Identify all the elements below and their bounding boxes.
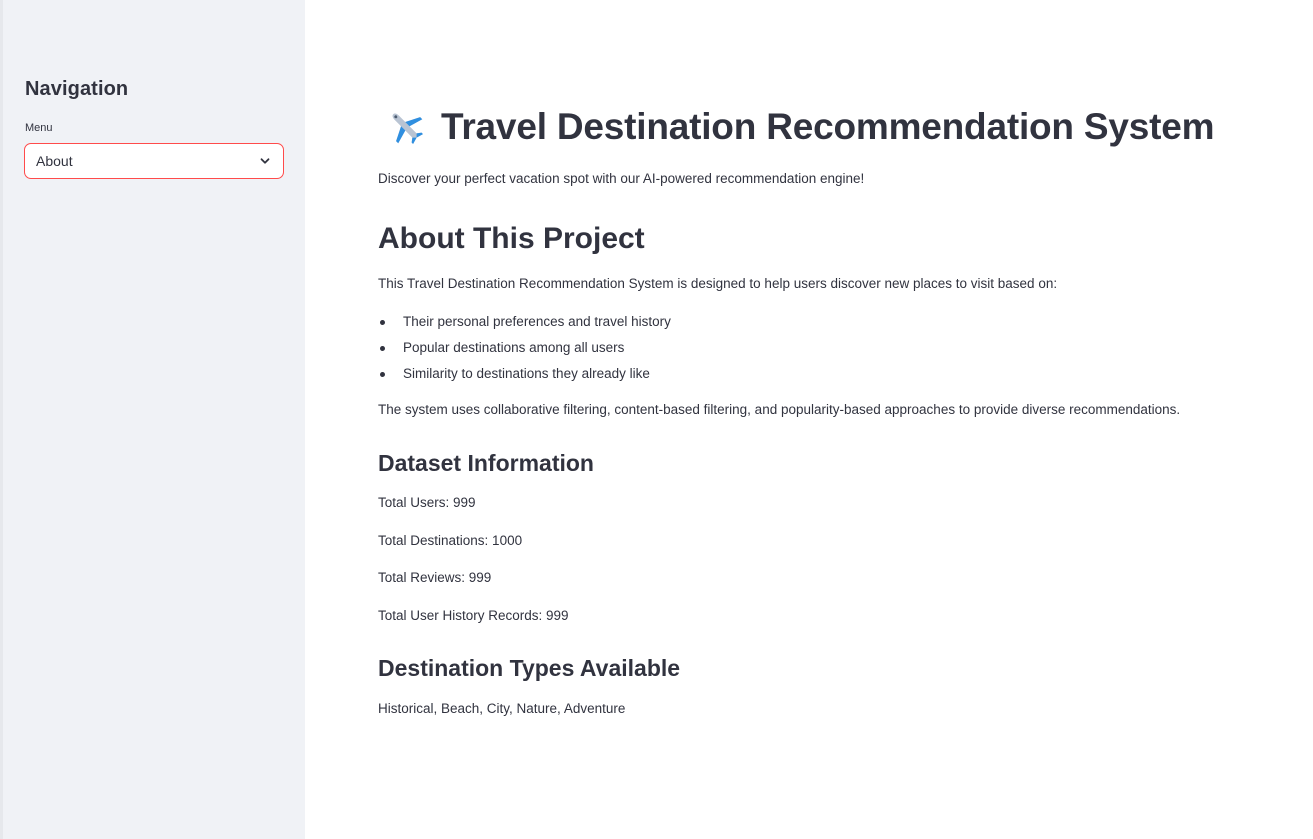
main-content: Travel Destination Recommendation System… [305,0,1313,839]
about-intro: This Travel Destination Recommendation S… [378,276,1058,291]
sidebar: Navigation Menu About [0,0,305,839]
chevron-down-icon [259,155,271,167]
types-heading: Destination Types Available [378,655,681,681]
about-heading: About This Project [378,222,645,255]
stat-total-reviews: Total Reviews: 999 [378,570,492,585]
menu-label: Menu [25,122,53,134]
app-window: Navigation Menu About Travel Destination… [0,0,1313,839]
about-methods: The system uses collaborative filtering,… [378,402,1181,417]
stat-total-history: Total User History Records: 999 [378,608,569,623]
subtitle: Discover your perfect vacation spot with… [378,171,865,186]
menu-select[interactable]: About [24,143,284,179]
list-item: Similarity to destinations they already … [378,364,671,390]
stat-total-users: Total Users: 999 [378,495,476,510]
types-list: Historical, Beach, City, Nature, Adventu… [378,701,626,716]
page-title: Travel Destination Recommendation System [441,106,1215,147]
dataset-heading: Dataset Information [378,450,594,476]
list-item: Their personal preferences and travel hi… [378,312,671,338]
about-points-list: Their personal preferences and travel hi… [378,312,671,390]
stat-total-destinations: Total Destinations: 1000 [378,533,523,548]
sidebar-title: Navigation [25,78,129,100]
page-header: Travel Destination Recommendation System [385,106,1215,148]
menu-select-value: About [36,153,73,169]
airplane-icon [385,106,427,148]
list-item: Popular destinations among all users [378,338,671,364]
